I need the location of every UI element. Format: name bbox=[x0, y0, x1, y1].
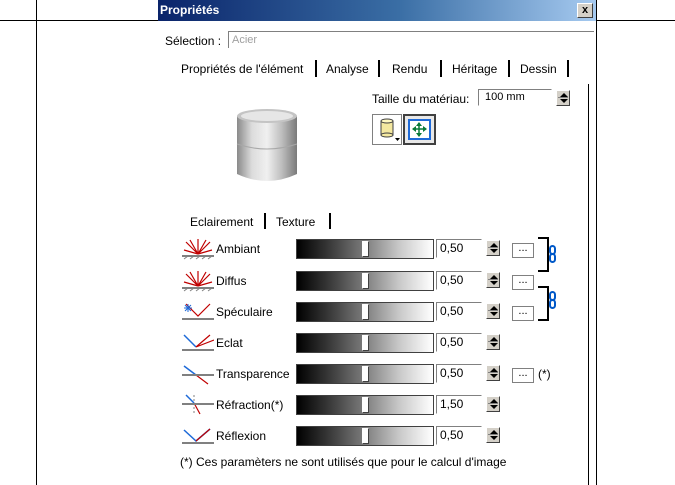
row-label: Réflexion bbox=[216, 429, 267, 443]
tab-separator bbox=[440, 60, 442, 77]
tab-rendu[interactable]: Rendu bbox=[392, 62, 427, 76]
level-slider[interactable] bbox=[296, 364, 434, 384]
footnote: (*) Ces paramèters ne sont utilisés que … bbox=[180, 455, 507, 469]
value-input[interactable]: 0,50 bbox=[436, 239, 482, 258]
row-label: Transparence bbox=[216, 367, 290, 381]
selection-label: Sélection : bbox=[165, 34, 222, 48]
tab-element-properties[interactable]: Propriétés de l'élément bbox=[181, 62, 303, 76]
material-preview bbox=[236, 109, 298, 181]
row-label: Eclat bbox=[216, 336, 243, 350]
subtab-separator bbox=[264, 213, 266, 229]
material-size-spinner[interactable] bbox=[556, 90, 570, 106]
transparency-icon bbox=[182, 365, 214, 385]
specular-light-icon bbox=[182, 303, 214, 320]
browse-button[interactable]: ... bbox=[512, 243, 534, 258]
tab-separator bbox=[315, 60, 317, 77]
value-spinner[interactable] bbox=[486, 303, 500, 319]
properties-dialog: Propriétés x Sélection : Acier Propriété… bbox=[158, 0, 596, 485]
note-marker: (*) bbox=[538, 367, 551, 381]
refraction-icon bbox=[182, 394, 214, 415]
frame-left-line bbox=[36, 0, 37, 485]
value-input[interactable]: 0,50 bbox=[436, 271, 482, 290]
close-icon: x bbox=[581, 4, 589, 16]
chain-link-icon[interactable] bbox=[538, 286, 560, 322]
dialog-right-edge bbox=[596, 0, 597, 485]
material-size-label: Taille du matériau: bbox=[372, 92, 470, 106]
close-button[interactable]: x bbox=[577, 3, 593, 18]
ambient-light-icon bbox=[182, 239, 214, 260]
subtab-texture[interactable]: Texture bbox=[276, 215, 315, 229]
value-spinner[interactable] bbox=[486, 365, 500, 381]
row-label: Diffus bbox=[216, 274, 247, 288]
window-title: Propriétés bbox=[160, 3, 220, 17]
value-input[interactable]: 0,50 bbox=[436, 364, 482, 383]
browse-button[interactable]: ... bbox=[512, 368, 534, 383]
level-slider[interactable] bbox=[296, 271, 434, 291]
row-label: Spéculaire bbox=[216, 305, 273, 319]
cylinder-mapping-button[interactable] bbox=[372, 114, 402, 145]
slider-thumb[interactable] bbox=[362, 304, 369, 320]
subtab-separator bbox=[329, 213, 331, 229]
level-slider[interactable] bbox=[296, 239, 434, 259]
panel-right-border bbox=[588, 84, 589, 485]
value-input[interactable]: 0,50 bbox=[436, 333, 482, 352]
material-size-input[interactable]: 100 mm bbox=[478, 89, 552, 106]
slider-thumb[interactable] bbox=[362, 397, 369, 413]
chain-link-icon[interactable] bbox=[538, 237, 560, 273]
slider-thumb[interactable] bbox=[362, 241, 369, 257]
title-bar[interactable]: Propriétés x bbox=[158, 0, 596, 21]
level-slider[interactable] bbox=[296, 395, 434, 415]
tab-dessin[interactable]: Dessin bbox=[520, 62, 557, 76]
level-slider[interactable] bbox=[296, 426, 434, 446]
value-spinner[interactable] bbox=[486, 334, 500, 350]
shine-icon bbox=[182, 334, 214, 351]
row-label: Réfraction(*) bbox=[216, 398, 284, 412]
level-slider[interactable] bbox=[296, 333, 434, 353]
value-spinner[interactable] bbox=[486, 427, 500, 443]
value-input[interactable]: 1,50 bbox=[436, 395, 482, 414]
diffuse-light-icon bbox=[182, 271, 214, 292]
slider-thumb[interactable] bbox=[362, 335, 369, 351]
browse-button[interactable]: ... bbox=[512, 306, 534, 321]
browse-button[interactable]: ... bbox=[512, 275, 534, 290]
slider-thumb[interactable] bbox=[362, 428, 369, 444]
subtab-eclairement[interactable]: Eclairement bbox=[190, 215, 253, 229]
row-label: Ambiant bbox=[216, 242, 261, 256]
value-input[interactable]: 0,50 bbox=[436, 302, 482, 321]
value-spinner[interactable] bbox=[486, 240, 500, 256]
value-input[interactable]: 0,50 bbox=[436, 426, 482, 445]
slider-thumb[interactable] bbox=[362, 273, 369, 289]
tab-separator bbox=[567, 60, 569, 77]
reflection-icon bbox=[182, 428, 214, 444]
slider-thumb[interactable] bbox=[362, 366, 369, 382]
tab-analyse[interactable]: Analyse bbox=[326, 62, 369, 76]
tab-separator bbox=[378, 60, 380, 77]
tab-separator bbox=[508, 60, 510, 77]
value-spinner[interactable] bbox=[486, 396, 500, 412]
level-slider[interactable] bbox=[296, 302, 434, 322]
fit-mapping-button[interactable] bbox=[403, 114, 436, 145]
value-spinner[interactable] bbox=[486, 272, 500, 288]
tab-heritage[interactable]: Héritage bbox=[452, 62, 497, 76]
cylinder-mapping-icon bbox=[380, 118, 400, 141]
fit-arrows-icon bbox=[408, 119, 431, 140]
selection-field[interactable]: Acier bbox=[228, 31, 594, 48]
